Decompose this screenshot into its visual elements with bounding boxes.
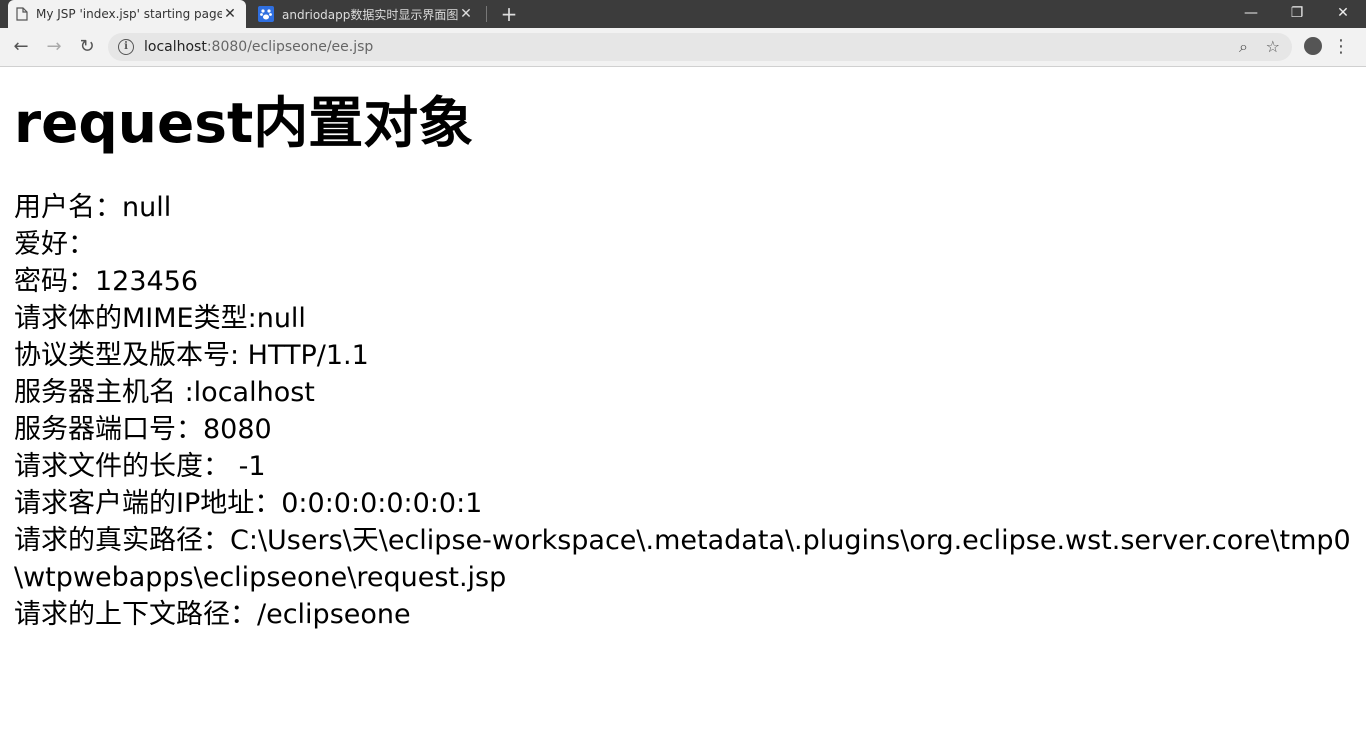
server-port-line: 服务器端口号：8080 [14, 414, 272, 445]
browser-toolbar: ← → ↻ i localhost:8080/eclipseone/ee.jsp… [0, 28, 1366, 67]
close-tab-icon[interactable]: ✕ [458, 6, 474, 22]
profile-avatar-icon[interactable] [1304, 37, 1322, 55]
close-window-button[interactable]: ✕ [1320, 0, 1366, 28]
tab-separator [486, 6, 487, 22]
request-info-list: 用户名：null 爱好： 密码：123456 请求体的MIME类型:null 协… [14, 189, 1352, 633]
context-path-line: 请求的上下文路径：/eclipseone [14, 599, 411, 630]
restore-button[interactable]: ❐ [1274, 0, 1320, 28]
real-path-line: 请求的真实路径：C:\Users\天\eclipse-workspace\.me… [14, 525, 1351, 593]
content-length-line: 请求文件的长度： -1 [14, 451, 266, 482]
menu-icon[interactable]: ⋮ [1332, 35, 1350, 59]
tab-androidapp[interactable]: andriodapp数据实时显示界面图 ✕ [250, 0, 482, 28]
back-button[interactable]: ← [9, 35, 33, 59]
page-heading: request内置对象 [14, 91, 474, 155]
tab-index-jsp[interactable]: My JSP 'index.jsp' starting page ✕ [8, 0, 246, 28]
document-icon [16, 7, 28, 21]
tab-strip: My JSP 'index.jsp' starting page ✕ andri… [0, 0, 1366, 28]
url-text[interactable]: localhost:8080/eclipseone/ee.jsp [144, 39, 373, 55]
reload-button[interactable]: ↻ [75, 35, 99, 59]
bookmark-star-icon[interactable]: ☆ [1266, 33, 1280, 61]
zoom-icon[interactable]: ⌕ [1239, 33, 1248, 61]
url-path: :8080/eclipseone/ee.jsp [206, 39, 374, 55]
url-host: localhost [144, 39, 207, 55]
address-bar[interactable]: i localhost:8080/eclipseone/ee.jsp ⌕ ☆ [108, 33, 1292, 61]
password-line: 密码：123456 [14, 266, 199, 297]
hobby-line: 爱好： [14, 229, 95, 260]
minimize-button[interactable]: — [1228, 0, 1274, 28]
protocol-line: 协议类型及版本号: HTTP/1.1 [14, 340, 369, 371]
mime-type-line: 请求体的MIME类型:null [14, 303, 306, 334]
client-ip-line: 请求客户端的IP地址：0:0:0:0:0:0:0:1 [14, 488, 483, 519]
new-tab-button[interactable]: + [498, 3, 520, 25]
baidu-paw-icon [258, 6, 274, 22]
tab-title: My JSP 'index.jsp' starting page [36, 7, 222, 21]
page-content: request内置对象 用户名：null 爱好： 密码：123456 请求体的M… [0, 87, 1366, 633]
close-tab-icon[interactable]: ✕ [222, 6, 238, 22]
server-host-line: 服务器主机名 :localhost [14, 377, 315, 408]
tab-title: andriodapp数据实时显示界面图 [282, 7, 458, 22]
forward-button[interactable]: → [42, 35, 66, 59]
site-info-icon[interactable]: i [118, 39, 134, 55]
username-line: 用户名：null [14, 192, 172, 223]
